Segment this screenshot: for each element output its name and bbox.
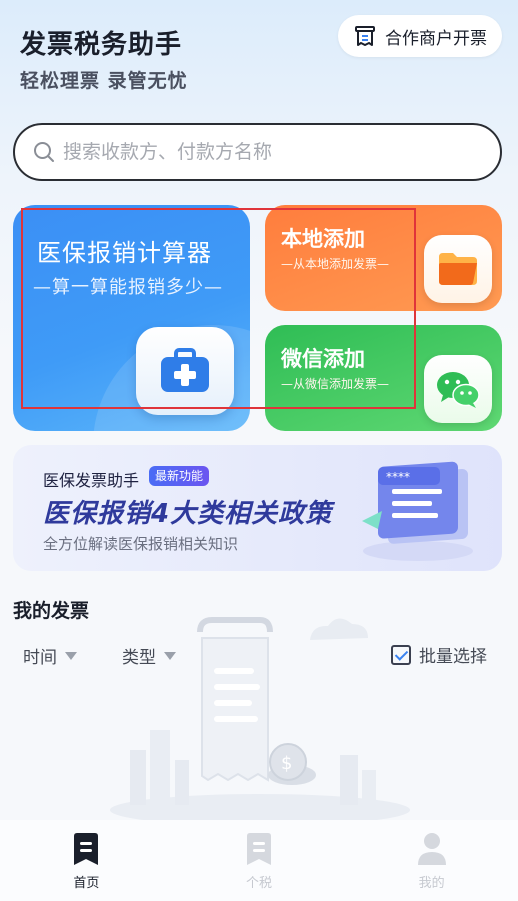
calculator-title: 医保报销计算器 — [37, 239, 212, 267]
wechat-add-card[interactable]: 微信添加 —从微信添加发票— — [265, 325, 502, 431]
policy-banner[interactable]: 医保发票助手 最新功能 医保报销4大类相关政策 全方位解读医保报销相关知识 **… — [13, 445, 502, 571]
search-bar[interactable] — [13, 123, 502, 181]
tab-tax-label: 个税 — [246, 876, 273, 891]
my-invoices-title: 我的发票 — [13, 600, 90, 622]
invoice-icon — [355, 26, 375, 46]
search-input[interactable] — [63, 141, 463, 163]
tax-invoice-icon — [247, 833, 271, 865]
local-add-subtitle: —从本地添加发票— — [281, 257, 390, 271]
banner-description: 全方位解读医保报销相关知识 — [43, 535, 239, 553]
new-feature-badge: 最新功能 — [149, 466, 210, 486]
merchant-invoice-label: 合作商户开票 — [385, 28, 487, 49]
filter-time-label: 时间 — [23, 648, 57, 668]
app-title: 发票税务助手 — [20, 30, 183, 60]
search-icon — [34, 142, 54, 162]
svg-text:****: **** — [386, 470, 410, 484]
merchant-invoice-button[interactable]: 合作商户开票 — [338, 15, 502, 57]
medical-calculator-card[interactable]: 医保报销计算器 —算一算能报销多少— — [13, 205, 250, 431]
banner-brand: 医保发票助手 — [43, 471, 140, 490]
tab-tax[interactable]: 个税 — [173, 820, 346, 901]
bottom-tab-bar: 首页 个税 我的 — [0, 820, 518, 901]
wechat-add-subtitle: —从微信添加发票— — [281, 377, 390, 391]
tab-home-label: 首页 — [73, 876, 100, 891]
tab-mine-label: 我的 — [418, 876, 445, 891]
home-invoice-icon — [74, 833, 99, 865]
tab-home[interactable]: 首页 — [0, 820, 173, 901]
document-illustration-icon: **** — [362, 461, 473, 561]
svg-text:$: $ — [281, 753, 292, 774]
folder-icon — [424, 235, 492, 303]
app-subtitle: 轻松理票 录管无忧 — [20, 70, 188, 92]
tab-mine[interactable]: 我的 — [345, 820, 518, 901]
batch-select-label: 批量选择 — [419, 647, 487, 667]
user-icon — [417, 833, 446, 865]
medical-kit-icon — [136, 327, 234, 415]
wechat-icon — [424, 355, 492, 423]
wechat-add-title: 微信添加 — [281, 347, 365, 371]
local-add-card[interactable]: 本地添加 —从本地添加发票— — [265, 205, 502, 311]
caret-down-icon — [65, 651, 77, 660]
banner-headline: 医保报销4大类相关政策 — [43, 499, 333, 529]
calculator-subtitle: —算一算能报销多少— — [33, 277, 223, 298]
filter-time[interactable]: 时间 — [23, 643, 77, 668]
local-add-title: 本地添加 — [281, 227, 365, 251]
empty-receipt-illustration-icon: $ — [110, 617, 410, 820]
